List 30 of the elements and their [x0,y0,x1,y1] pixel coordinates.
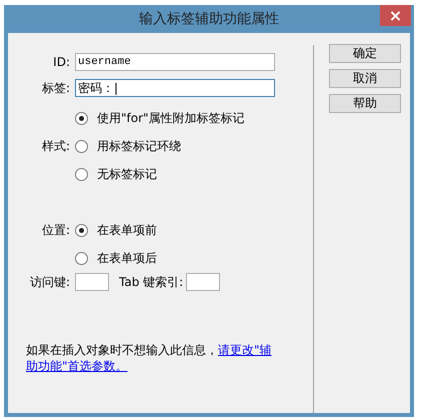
radio-button[interactable] [75,112,88,124]
preferences-link[interactable]: 助功能"首选参数。 [26,359,128,373]
radio-button[interactable] [75,168,88,180]
radio-label[interactable]: 在表单项前 [97,222,157,238]
dialog-button[interactable]: 取消 [329,69,401,88]
group-label: 样式: [40,138,70,154]
window-title: 输入标签辅助功能属性 [139,10,279,28]
field-label: 标签: [40,80,70,96]
note-text: 如果在插入对象时不想输入此信息， [26,343,218,357]
field-label: Tab 键索引: [119,274,184,290]
radio-label[interactable]: 用标签标记环绕 [97,138,181,154]
dialog-button[interactable]: 帮助 [329,94,401,113]
radio-button[interactable] [75,224,88,236]
close-button[interactable]: × [380,5,411,26]
field-label: 访问键: [28,274,70,290]
input-field[interactable] [75,273,109,291]
input-field[interactable]: username [75,53,275,71]
dialog-button[interactable]: 确定 [329,44,401,63]
radio-label[interactable]: 使用"for"属性附加标签标记 [97,110,245,126]
radio-button[interactable] [75,252,88,264]
preferences-link[interactable]: 请更改"辅 [218,343,272,357]
field-value: 密码：| [78,80,118,96]
field-label: ID: [52,55,70,69]
field-value: username [78,56,131,68]
radio-label[interactable]: 在表单项后 [97,250,157,266]
input-field[interactable]: 密码：| [75,79,275,97]
radio-label[interactable]: 无标签标记 [97,166,157,182]
group-label: 位置: [40,222,70,238]
input-field[interactable] [186,273,220,291]
radio-button[interactable] [75,140,88,152]
